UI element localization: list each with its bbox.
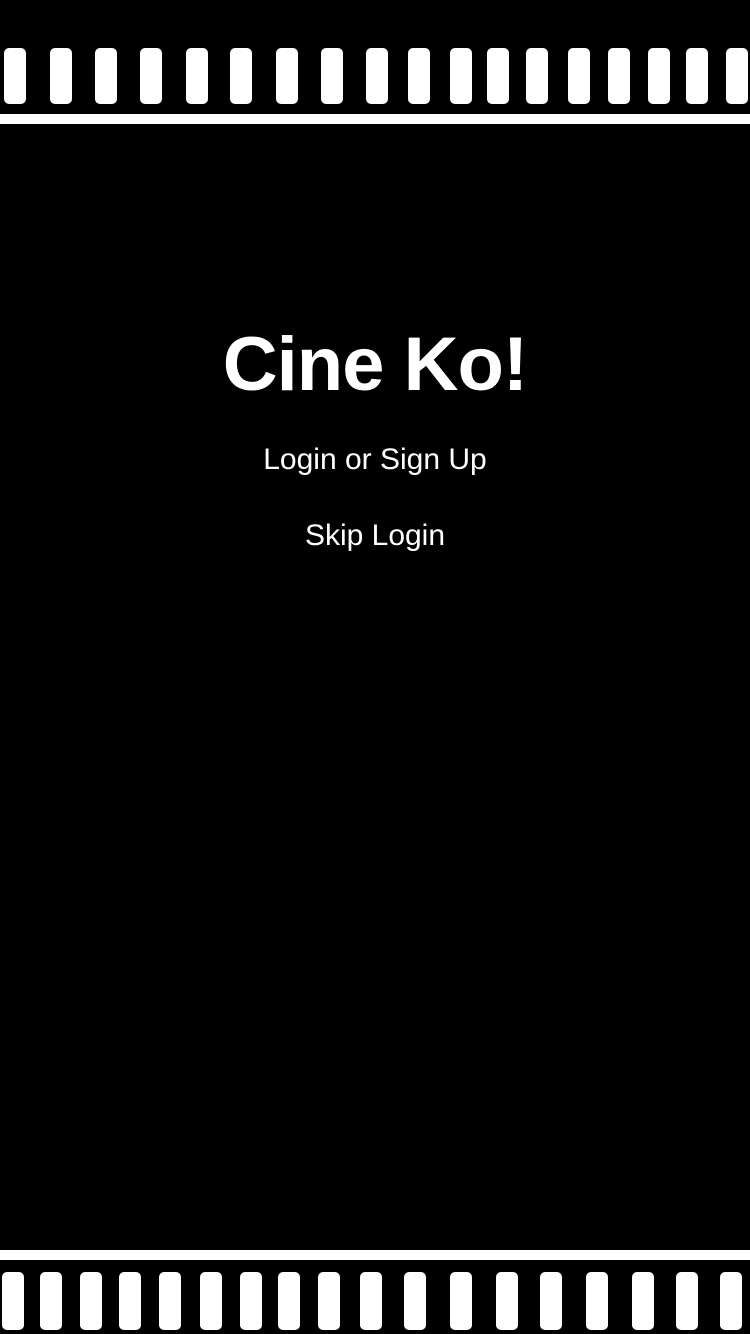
film-perforation	[240, 1272, 262, 1330]
film-perforation	[40, 1272, 62, 1330]
film-perforation	[450, 1272, 472, 1330]
film-perforation	[159, 1272, 181, 1330]
film-perforation	[119, 1272, 141, 1330]
film-perforation	[200, 1272, 222, 1330]
welcome-screen: Cine Ko! Login or Sign Up Skip Login	[0, 0, 750, 1334]
film-perforation	[496, 1272, 518, 1330]
film-perforation	[540, 1272, 562, 1330]
film-perforation	[586, 1272, 608, 1330]
film-edge-line-bottom	[0, 1250, 750, 1260]
film-perforation	[676, 1272, 698, 1330]
film-perforation	[720, 1272, 742, 1330]
skip-login-button[interactable]: Skip Login	[0, 516, 750, 556]
film-perforation	[404, 1272, 426, 1330]
film-perforation	[632, 1272, 654, 1330]
film-perforations-bottom	[0, 1272, 750, 1330]
app-title: Cine Ko!	[222, 322, 528, 407]
login-or-signup-button[interactable]: Login or Sign Up	[0, 440, 750, 480]
film-perforation	[2, 1272, 24, 1330]
film-perforation	[318, 1272, 340, 1330]
film-perforation	[80, 1272, 102, 1330]
film-strip-bottom	[0, 1248, 750, 1334]
film-perforation	[360, 1272, 382, 1330]
film-perforation	[278, 1272, 300, 1330]
